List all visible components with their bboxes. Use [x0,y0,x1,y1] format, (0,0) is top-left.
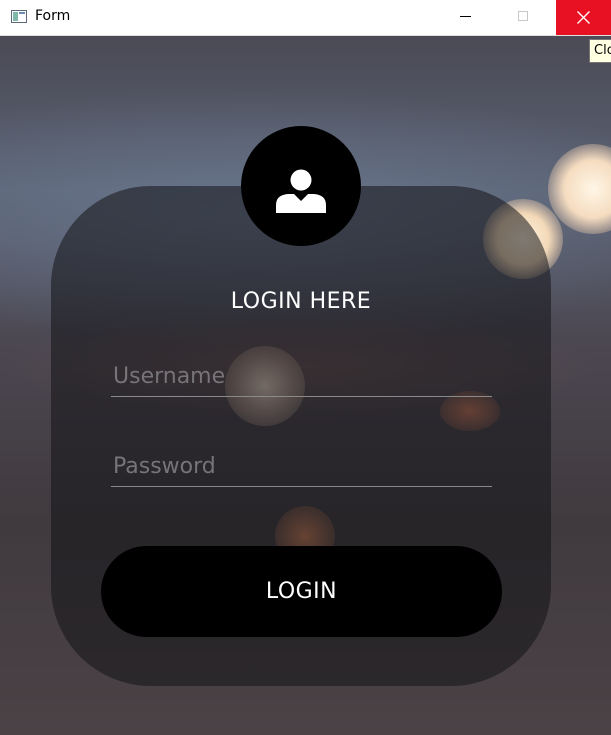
maximize-icon [518,11,528,21]
close-tooltip: Clo [589,39,611,63]
maximize-button[interactable] [496,0,551,35]
username-input[interactable] [111,357,492,397]
login-button[interactable]: LOGIN [101,546,502,637]
user-icon [276,169,326,213]
close-button[interactable] [556,0,611,35]
close-icon [577,11,590,24]
avatar [241,126,361,246]
password-input[interactable] [111,447,492,487]
window-title: Form [35,8,71,24]
minimize-icon [460,16,471,17]
login-title: LOGIN HERE [230,289,372,314]
title-bar[interactable]: Form [0,0,611,36]
minimize-button[interactable] [438,0,493,35]
app-icon [11,10,27,23]
login-window: Form Clo LOGIN HERE Username LOGIN [0,0,611,735]
